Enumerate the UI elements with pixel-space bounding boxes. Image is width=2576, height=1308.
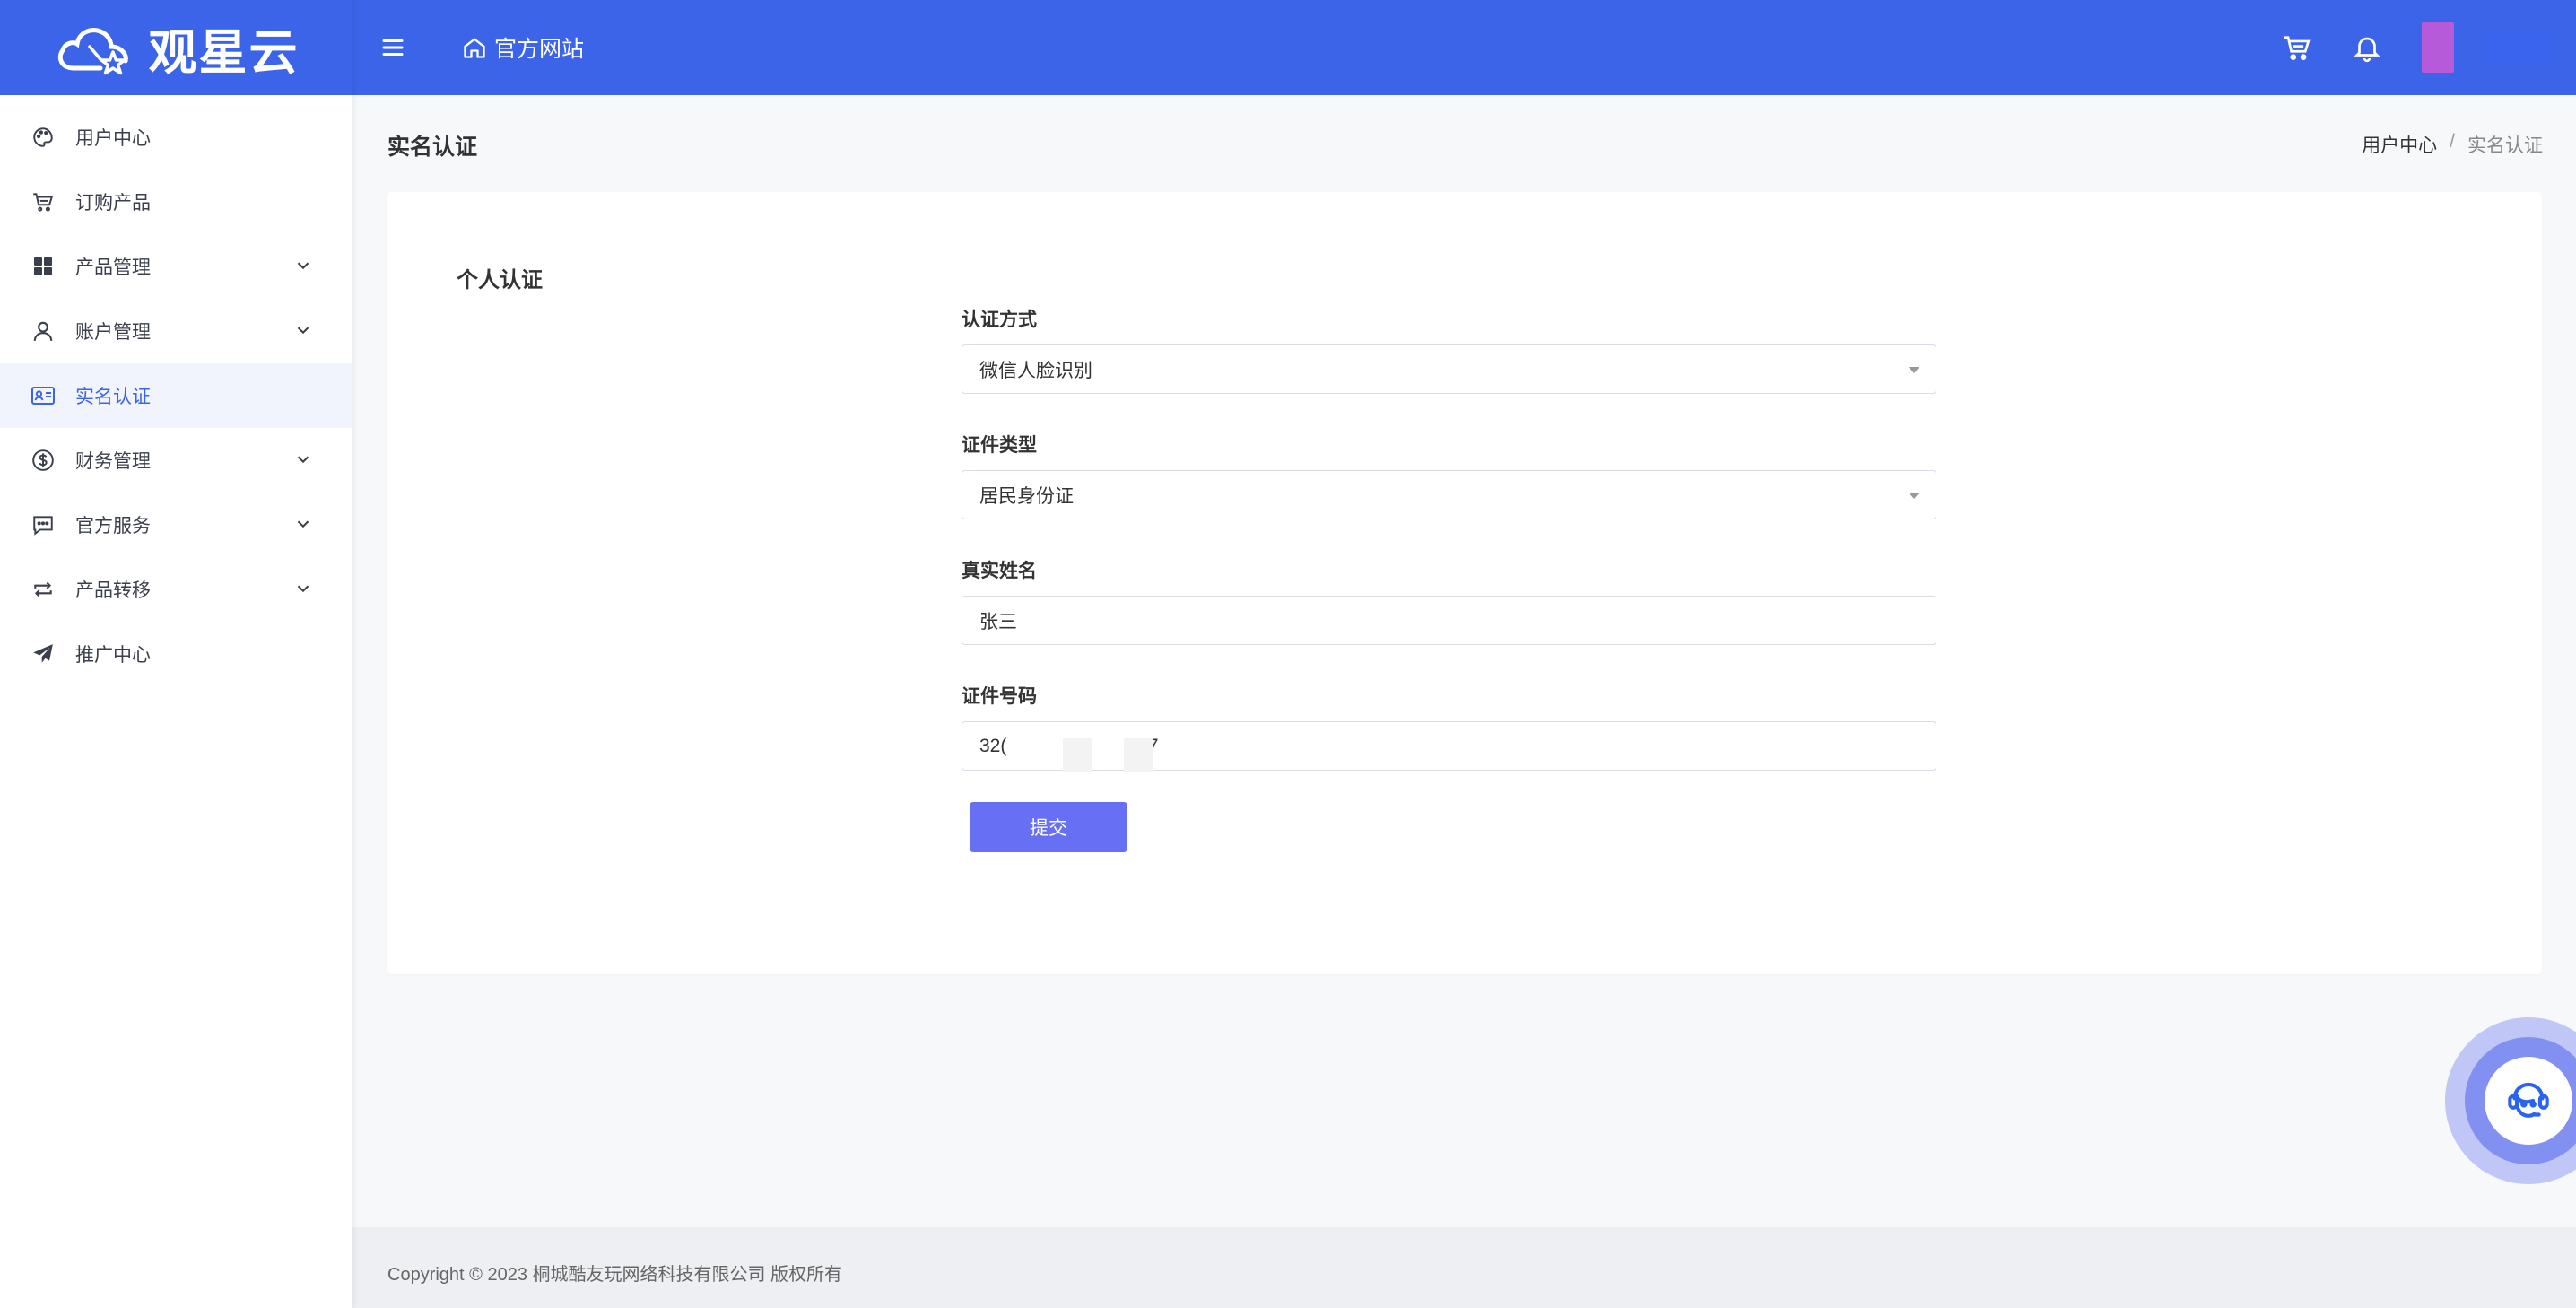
- chevron-down-icon: [297, 585, 309, 593]
- support-ring: [2465, 1037, 2576, 1164]
- main-content: 实名认证 用户中心 / 实名认证 个人认证 认证方式 微信人脸识别 证件类型 居…: [352, 95, 2576, 1308]
- chevron-down-icon: [297, 456, 309, 464]
- cloud-star-icon: [57, 28, 128, 75]
- avatar[interactable]: [2422, 22, 2454, 73]
- id-number-input-wrap: [962, 721, 1936, 772]
- card-title: 个人认证: [457, 268, 543, 292]
- sidebar-item-user-center[interactable]: 用户中心: [0, 105, 352, 170]
- sidebar-item-label: 产品管理: [75, 257, 151, 278]
- personal-auth-card: 个人认证 认证方式 微信人脸识别 证件类型 居民身份证 真实姓名 张三 证件号码…: [387, 192, 2542, 974]
- home-icon: [464, 38, 485, 58]
- id-number-field: 证件号码: [962, 685, 1936, 772]
- copyright-text: Copyright © 2023 桐城酷友玩网络科技有限公司 版权所有: [387, 1265, 843, 1285]
- redaction-block: [1124, 738, 1153, 772]
- breadcrumb: 用户中心 / 实名认证: [2362, 131, 2543, 158]
- sidebar-item-finance-management[interactable]: 财务管理: [0, 428, 352, 493]
- footer: Copyright © 2023 桐城酷友玩网络科技有限公司 版权所有: [352, 1227, 2576, 1308]
- sidebar-item-real-name-auth[interactable]: 实名认证: [0, 363, 352, 428]
- auth-method-label: 认证方式: [962, 310, 1037, 330]
- top-header: 官方网站: [352, 0, 2576, 95]
- id-type-field: 证件类型 居民身份证: [962, 434, 1936, 519]
- sidebar-item-label: 财务管理: [75, 451, 151, 472]
- chevron-down-icon: [297, 520, 309, 528]
- cart-icon: [30, 189, 56, 214]
- bell-icon[interactable]: [2352, 32, 2382, 63]
- sidebar-item-label: 官方服务: [75, 516, 151, 536]
- logo-text: 观星云: [148, 23, 300, 81]
- support-core: [2485, 1057, 2572, 1145]
- sidebar-item-label: 订购产品: [75, 193, 151, 214]
- sidebar-menu: 用户中心 订购产品 产品管理 账户管理 实名认证 财务管理 官方服务 产品转移 …: [0, 105, 352, 686]
- header-actions: [2282, 0, 2576, 95]
- user-icon: [30, 318, 56, 344]
- id-type-value: 居民身份证: [979, 485, 1074, 507]
- id-card-icon: [30, 383, 56, 408]
- auth-form: 认证方式 微信人脸识别 证件类型 居民身份证 真实姓名 张三 证件号码 32(…: [962, 309, 1936, 856]
- sidebar-item-account-management[interactable]: 账户管理: [0, 299, 352, 363]
- chevron-down-icon: [297, 327, 309, 335]
- sidebar-item-promotion-center[interactable]: 推广中心: [0, 622, 352, 686]
- page-title: 实名认证: [387, 135, 478, 160]
- breadcrumb-current: 实名认证: [2467, 135, 2543, 156]
- id-number-input[interactable]: [979, 735, 1919, 757]
- headset-agent-icon: [2508, 1082, 2549, 1118]
- sidebar-item-label: 推广中心: [75, 645, 151, 666]
- cart-icon[interactable]: [2282, 32, 2312, 63]
- sidebar-item-label: 账户管理: [75, 322, 151, 343]
- sidebar-item-order-product[interactable]: 订购产品: [0, 170, 352, 234]
- user-name-redacted[interactable]: [2486, 31, 2551, 64]
- auth-method-value: 微信人脸识别: [979, 360, 1092, 381]
- caret-down-icon: [1909, 493, 1919, 499]
- grid-icon: [30, 254, 56, 279]
- auth-method-select[interactable]: 微信人脸识别: [962, 344, 1936, 394]
- logo[interactable]: 观星云: [0, 0, 352, 95]
- page-header: 实名认证 用户中心 / 实名认证: [352, 95, 2576, 192]
- sidebar-item-official-service[interactable]: 官方服务: [0, 493, 352, 557]
- submit-row: 提交: [962, 802, 1936, 856]
- sidebar-item-product-management[interactable]: 产品管理: [0, 234, 352, 299]
- real-name-label: 真实姓名: [962, 561, 1037, 581]
- redaction-block: [1063, 738, 1092, 772]
- sidebar-item-product-transfer[interactable]: 产品转移: [0, 557, 352, 622]
- sidebar-item-label: 用户中心: [75, 128, 151, 149]
- real-name-input[interactable]: [979, 609, 1919, 632]
- hamburger-menu-icon[interactable]: [379, 34, 406, 61]
- real-name-field: 真实姓名: [962, 560, 1936, 645]
- id-type-label: 证件类型: [962, 435, 1037, 456]
- id-type-select[interactable]: 居民身份证: [962, 470, 1936, 519]
- palette-icon: [30, 125, 56, 150]
- sidebar-item-label: 实名认证: [75, 387, 151, 407]
- caret-down-icon: [1909, 367, 1919, 373]
- auth-method-field: 认证方式 微信人脸识别: [962, 309, 1936, 394]
- sidebar: 观星云 用户中心 订购产品 产品管理 账户管理 实名认证 财务管理 官方服务 产…: [0, 0, 352, 1308]
- breadcrumb-home-link[interactable]: 用户中心: [2362, 131, 2437, 158]
- official-website-label: 官方网站: [494, 37, 585, 62]
- submit-button[interactable]: 提交: [970, 802, 1127, 852]
- real-name-input-wrap: [962, 596, 1936, 645]
- sidebar-item-label: 产品转移: [75, 580, 151, 601]
- dollar-icon: [30, 448, 56, 473]
- transfer-icon: [30, 577, 56, 602]
- breadcrumb-separator: /: [2450, 131, 2455, 152]
- chat-icon: [30, 512, 56, 537]
- official-website-link[interactable]: 官方网站: [462, 31, 584, 64]
- send-icon: [30, 641, 56, 667]
- id-number-label: 证件号码: [962, 686, 1037, 707]
- chevron-down-icon: [297, 262, 309, 270]
